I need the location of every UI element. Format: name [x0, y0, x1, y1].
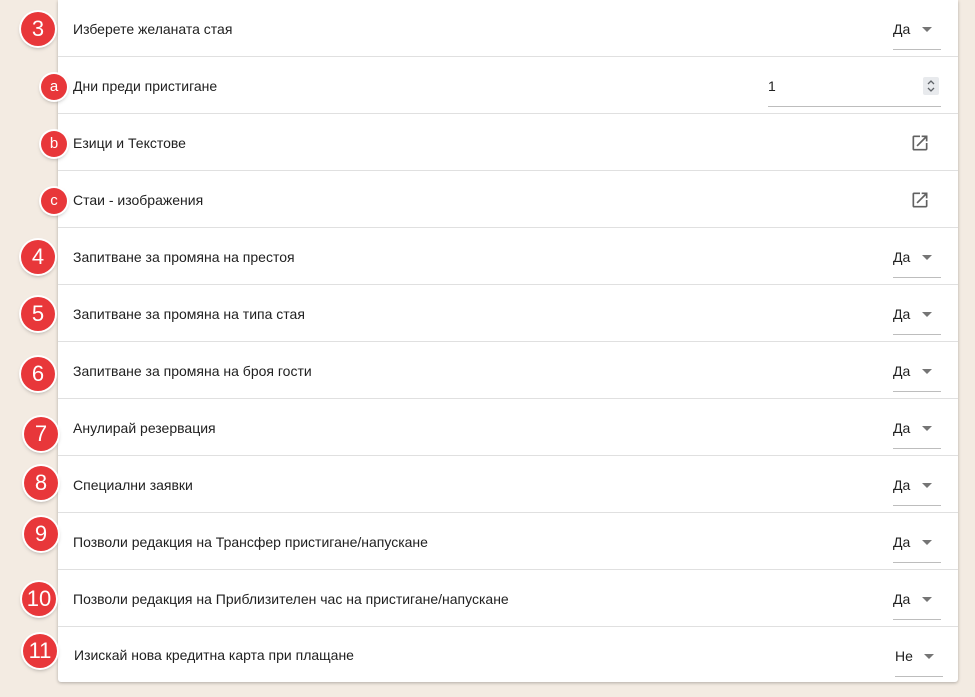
select-value: Да [893, 306, 911, 322]
yes-no-select[interactable]: Не [895, 640, 943, 677]
setting-row-cancel-reservation: Анулирай резервация Да [58, 400, 958, 456]
marker-badge: 4 [21, 240, 55, 274]
setting-row-stay-change: Запитване за промяна на престоя Да [58, 229, 958, 285]
setting-row-room-images: Стаи - изображения [58, 172, 958, 228]
setting-label: Стаи - изображения [73, 192, 204, 208]
select-value: Да [893, 420, 911, 436]
dropdown-arrow-icon [922, 369, 932, 374]
select-value: Да [893, 534, 911, 550]
setting-label: Позволи редакция на Приблизителен час на… [73, 591, 509, 607]
marker-badge: 7 [24, 417, 58, 451]
open-in-new-icon[interactable] [910, 133, 930, 153]
marker-badge: 10 [22, 582, 56, 616]
setting-label: Запитване за промяна на престоя [73, 249, 295, 265]
dropdown-arrow-icon [922, 426, 932, 431]
dropdown-arrow-icon [922, 27, 932, 32]
yes-no-select[interactable]: Да [893, 469, 941, 506]
marker-badge: 3 [21, 12, 55, 46]
open-in-new-icon[interactable] [910, 190, 930, 210]
dropdown-arrow-icon [922, 255, 932, 260]
setting-label: Позволи редакция на Трансфер пристигане/… [73, 534, 428, 550]
yes-no-select[interactable]: Да [893, 355, 941, 392]
yes-no-select[interactable]: Да [893, 412, 941, 449]
setting-label: Езици и Текстове [73, 135, 186, 151]
setting-label: Изискай нова кредитна карта при плащане [74, 647, 354, 663]
setting-label: Изберете желаната стая [73, 21, 233, 37]
yes-no-select[interactable]: Да [893, 241, 941, 278]
marker-badge: 8 [24, 466, 58, 500]
setting-row-new-credit-card: Изискай нова кредитна карта при плащане … [58, 627, 958, 683]
marker-badge: 5 [21, 297, 55, 331]
setting-row-languages-texts: Езици и Текстове [58, 115, 958, 171]
dropdown-arrow-icon [922, 540, 932, 545]
dropdown-arrow-icon [924, 654, 934, 659]
select-value: Да [893, 591, 911, 607]
marker-badge: 11 [23, 634, 57, 668]
yes-no-select[interactable]: Да [893, 583, 941, 620]
setting-label: Запитване за промяна на типа стая [73, 306, 305, 322]
marker-badge: a [41, 74, 67, 100]
setting-label: Анулирай резервация [73, 420, 216, 436]
setting-row-choose-room: Изберете желаната стая Да [58, 1, 958, 57]
dropdown-arrow-icon [922, 312, 932, 317]
settings-panel: Изберете желаната стая Да Дни преди прис… [58, 0, 958, 682]
setting-row-transfer-edit: Позволи редакция на Трансфер пристигане/… [58, 514, 958, 570]
days-number-input[interactable]: 1 [768, 70, 941, 107]
setting-label: Дни преди пристигане [73, 78, 218, 94]
select-value: Да [893, 477, 911, 493]
dropdown-arrow-icon [922, 597, 932, 602]
setting-label: Запитване за промяна на броя гости [73, 363, 312, 379]
marker-badge: 9 [24, 517, 58, 551]
setting-row-days-before-arrival: Дни преди пристигане 1 [58, 58, 958, 114]
marker-badge: 6 [21, 357, 55, 391]
setting-row-special-requests: Специални заявки Да [58, 457, 958, 513]
spinner-icon[interactable] [923, 77, 939, 95]
setting-row-arrival-time-edit: Позволи редакция на Приблизителен час на… [58, 571, 958, 627]
dropdown-arrow-icon [922, 483, 932, 488]
setting-row-guest-count-change: Запитване за промяна на броя гости Да [58, 343, 958, 399]
yes-no-select[interactable]: Да [893, 13, 941, 50]
select-value: Да [893, 21, 911, 37]
select-value: Да [893, 363, 911, 379]
marker-badge: c [41, 188, 67, 214]
select-value: Не [895, 648, 913, 664]
setting-label: Специални заявки [73, 477, 193, 493]
yes-no-select[interactable]: Да [893, 298, 941, 335]
yes-no-select[interactable]: Да [893, 526, 941, 563]
marker-badge: b [41, 131, 67, 157]
setting-row-room-type-change: Запитване за промяна на типа стая Да [58, 286, 958, 342]
number-value: 1 [768, 78, 776, 94]
select-value: Да [893, 249, 911, 265]
